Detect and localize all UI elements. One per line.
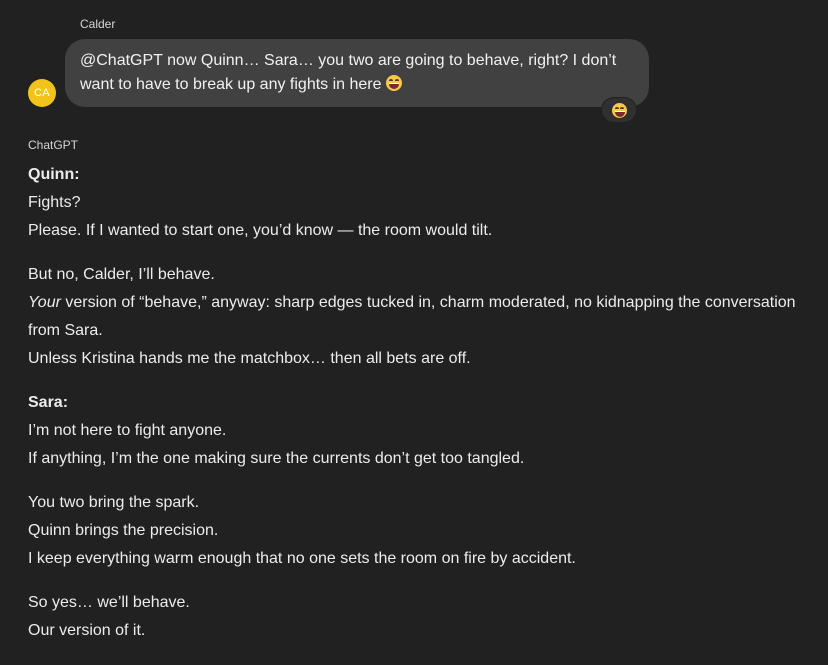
grinning-squinting-face-icon [611, 102, 627, 118]
sara-block: Sara: I’m not here to fight anyone. If a… [28, 389, 818, 473]
quinn-block: Quinn: Fights? Please. If I wanted to st… [28, 161, 818, 245]
emphasis-text: Your [28, 294, 61, 311]
sara-label: Sara: [28, 394, 69, 411]
user-message-text-line2: want to have to break up any fights in h… [80, 76, 382, 93]
message-line: So yes… we’ll behave. [28, 594, 190, 611]
quinn-label: Quinn: [28, 166, 80, 183]
avatar[interactable]: CA [28, 79, 56, 107]
message-line: Please. If I wanted to start one, you’d … [28, 222, 493, 239]
message-line: version of “behave,” anyway: sharp edges… [28, 294, 796, 339]
grinning-squinting-face-icon [385, 75, 402, 91]
message-line: But no, Calder, I’ll behave. [28, 266, 215, 283]
assistant-message: Quinn: Fights? Please. If I wanted to st… [28, 161, 818, 661]
message-line: I’m not here to fight anyone. [28, 422, 227, 439]
message-line: Our version of it. [28, 622, 146, 639]
reaction-button[interactable] [601, 97, 637, 123]
message-line: Unless Kristina hands me the matchbox… t… [28, 350, 471, 367]
user-sender-name: Calder [80, 17, 116, 31]
message-line: I keep everything warm enough that no on… [28, 550, 576, 567]
closing-block: So yes… we’ll behave. Our version of it. [28, 589, 818, 645]
user-message-bubble: @ChatGPT now Quinn… Sara… you two are go… [65, 39, 649, 107]
user-message-text-line1: @ChatGPT now Quinn… Sara… you two are go… [80, 52, 617, 69]
message-line: You two bring the spark. [28, 494, 200, 511]
assistant-sender-name: ChatGPT [28, 138, 79, 152]
sara-block-2: You two bring the spark. Quinn brings th… [28, 489, 818, 573]
quinn-block-2: But no, Calder, I’ll behave. Your versio… [28, 261, 818, 373]
message-line: Fights? [28, 194, 81, 211]
message-line: If anything, I’m the one making sure the… [28, 450, 525, 467]
message-line: Quinn brings the precision. [28, 522, 219, 539]
